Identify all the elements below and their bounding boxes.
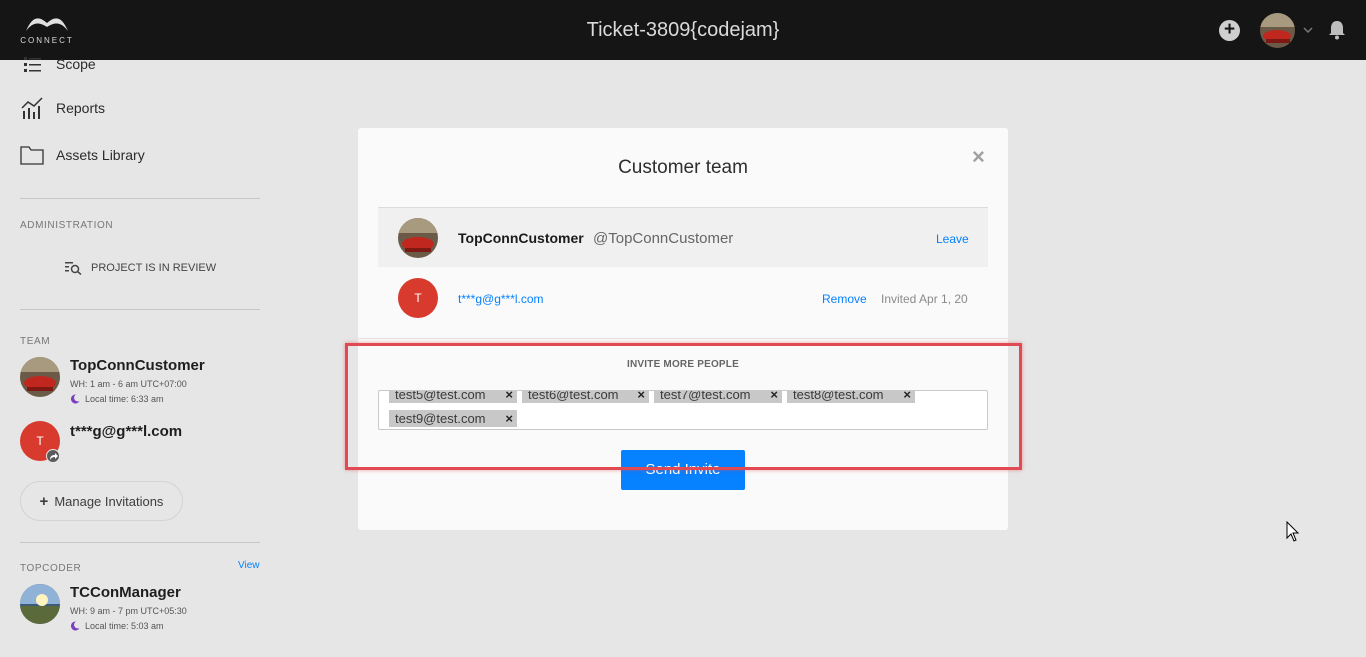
member-row: T t***g@g***l.com Remove Invited Apr 1, … — [378, 268, 988, 328]
customer-team-modal: Customer team × TopConnCustomer @TopConn… — [358, 128, 1008, 530]
remove-link[interactable]: Remove — [822, 292, 867, 306]
divider — [358, 338, 1008, 339]
page-title: Ticket-3809{codejam} — [586, 19, 780, 41]
member-name: TopConnCustomer — [70, 357, 205, 374]
tag-remove-icon[interactable]: × — [505, 391, 513, 403]
review-icon — [65, 262, 82, 275]
tag-remove-icon[interactable]: × — [505, 410, 513, 427]
working-hours: WH: 1 am - 6 am UTC+07:00 — [70, 379, 187, 389]
team-member[interactable]: T t***g@g***l.com — [20, 421, 270, 471]
sidebar-item-label: Reports — [56, 100, 106, 116]
avatar — [20, 357, 60, 397]
mouse-cursor-icon — [1286, 521, 1300, 542]
section-label-topcoder: TOPCODER — [20, 563, 82, 574]
add-icon[interactable]: + — [1219, 20, 1240, 41]
modal-title: Customer team — [618, 157, 748, 178]
team-member[interactable]: TopConnCustomer WH: 1 am - 6 am UTC+07:0… — [20, 357, 270, 407]
avatar — [20, 584, 60, 624]
moon-icon — [70, 621, 80, 631]
manage-invitations-button[interactable]: + Manage Invitations — [20, 481, 183, 521]
chevron-down-icon[interactable] — [1302, 24, 1314, 36]
invite-email-input[interactable]: test5@test.com × test6@test.com × test7@… — [378, 390, 988, 430]
tag-remove-icon[interactable]: × — [770, 391, 778, 403]
avatar: T — [398, 278, 438, 318]
sidebar-item-label: Assets Library — [56, 147, 145, 163]
local-time: Local time: 6:33 am — [70, 394, 164, 404]
local-time: Local time: 5:03 am — [70, 621, 164, 631]
member-handle: @TopConnCustomer — [593, 230, 734, 247]
review-status-label: PROJECT IS IN REVIEW — [91, 262, 217, 274]
view-link[interactable]: View — [238, 560, 260, 571]
team-member[interactable]: TCConManager WH: 9 am - 7 pm UTC+05:30 L… — [20, 584, 270, 634]
leave-link[interactable]: Leave — [936, 232, 969, 246]
member-name: TCConManager — [70, 584, 181, 601]
sidebar-item-scope[interactable]: Scope — [20, 52, 96, 76]
sidebar-item-reports[interactable]: Reports — [20, 96, 105, 120]
top-bar: CONNECT Ticket-3809{codejam} + — [0, 0, 1366, 60]
tag-remove-icon[interactable]: × — [637, 391, 645, 403]
share-icon — [46, 449, 60, 463]
divider — [20, 309, 260, 310]
sidebar: Scope Reports Assets Library ADMINISTRAT… — [0, 56, 280, 657]
divider — [20, 198, 260, 199]
email-tag: test8@test.com × — [787, 391, 915, 403]
member-email[interactable]: t***g@g***l.com — [458, 292, 544, 306]
email-tag: test6@test.com × — [522, 391, 649, 403]
member-name: TopConnCustomer — [458, 230, 584, 246]
member-row: TopConnCustomer @TopConnCustomer Leave — [378, 207, 988, 267]
manage-invitations-label: Manage Invitations — [54, 493, 164, 509]
section-label-administration: ADMINISTRATION — [20, 220, 114, 231]
sidebar-item-assets-library[interactable]: Assets Library — [20, 143, 145, 167]
send-invite-button[interactable]: Send Invite — [621, 450, 745, 490]
bell-icon[interactable] — [1328, 20, 1346, 40]
email-tag: test5@test.com × — [389, 391, 517, 403]
email-tag: test9@test.com × — [389, 410, 517, 427]
email-tag: test7@test.com × — [654, 391, 782, 403]
divider — [20, 542, 260, 543]
project-review-status[interactable]: PROJECT IS IN REVIEW — [65, 261, 216, 275]
working-hours: WH: 9 am - 7 pm UTC+05:30 — [70, 606, 187, 616]
folder-icon — [20, 143, 44, 167]
user-avatar[interactable] — [1260, 13, 1295, 48]
invited-status: Invited Apr 1, 20 — [881, 292, 968, 306]
sidebar-item-label: Scope — [56, 56, 96, 72]
chart-icon — [20, 96, 44, 120]
close-icon[interactable]: × — [972, 146, 985, 168]
plus-icon: + — [39, 492, 49, 510]
member-name: t***g@g***l.com — [70, 423, 183, 440]
invite-more-label: INVITE MORE PEOPLE — [627, 359, 739, 370]
tag-remove-icon[interactable]: × — [903, 391, 911, 403]
list-icon — [20, 52, 44, 76]
section-label-team: TEAM — [20, 336, 51, 347]
moon-icon — [70, 394, 80, 404]
avatar — [398, 218, 438, 258]
